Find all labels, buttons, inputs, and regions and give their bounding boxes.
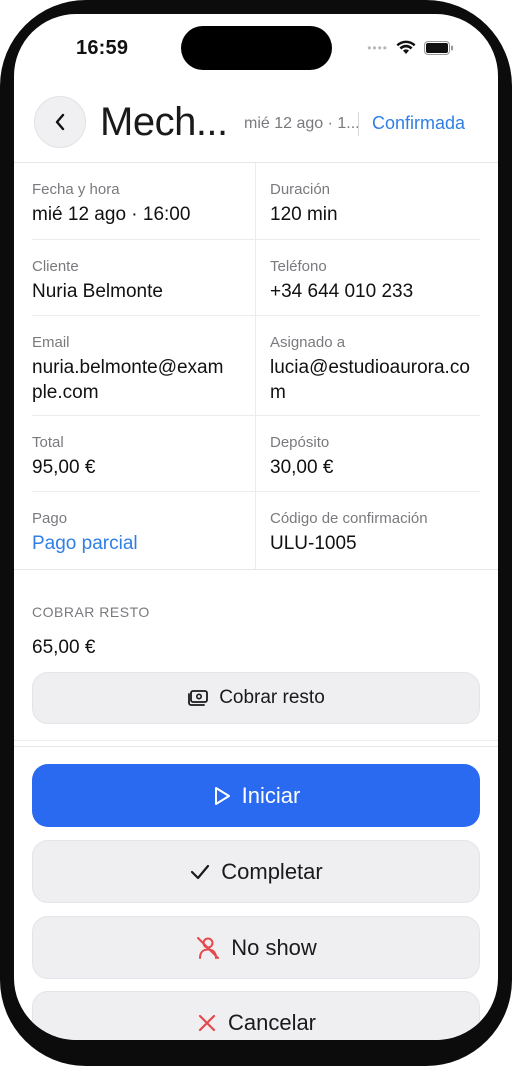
detail-row: Pago Pago parcial Código de confirmación… [14, 492, 498, 569]
detail-cell-client: Cliente Nuria Belmonte [32, 240, 256, 316]
cash-icon [187, 689, 209, 707]
collect-rest-label: Cobrar resto [219, 687, 325, 708]
detail-label: Email [32, 334, 70, 351]
column-divider [255, 240, 256, 316]
detail-row: Email nuria.belmonte@example.com Asignad… [14, 316, 498, 416]
detail-value: Nuria Belmonte [32, 281, 163, 302]
complete-label: Completar [221, 858, 323, 884]
collect-amount: 65,00 € [32, 637, 96, 658]
start-label: Iniciar [241, 782, 301, 808]
detail-row: Fecha y hora mié 12 ago · 16:00 Duración… [14, 163, 498, 240]
battery-icon [424, 40, 454, 55]
column-divider [255, 492, 256, 569]
detail-cell-confirmation-code: Código de confirmación ULU-1005 [270, 492, 482, 569]
detail-label: Teléfono [270, 258, 327, 275]
section-divider [14, 569, 498, 570]
detail-label: Depósito [270, 434, 330, 451]
column-divider [255, 416, 256, 492]
detail-value: 30,00 € [270, 457, 334, 478]
detail-label: Total [32, 434, 64, 451]
detail-label: Fecha y hora [32, 181, 120, 198]
detail-cell-date: Fecha y hora mié 12 ago · 16:00 [32, 163, 256, 240]
detail-cell-payment: Pago Pago parcial [32, 492, 256, 569]
section-divider [14, 746, 498, 747]
detail-cell-deposit: Depósito 30,00 € [270, 416, 482, 492]
detail-value: lucia@estudioaurora.com [270, 357, 470, 403]
detail-value: nuria.belmonte@example.com [32, 357, 224, 403]
signal-icon: •••• [367, 40, 388, 55]
detail-cell-duration: Duración 120 min [270, 163, 482, 240]
detail-row: Total 95,00 € Depósito 30,00 € [14, 416, 498, 492]
checkmark-icon [189, 863, 211, 881]
no-show-button[interactable]: No show [32, 916, 480, 979]
detail-label: Código de confirmación [270, 510, 428, 527]
detail-label: Cliente [32, 258, 79, 275]
nav-divider [358, 112, 359, 136]
complete-button[interactable]: Completar [32, 840, 480, 903]
section-divider [14, 740, 498, 741]
chevron-left-icon [53, 112, 67, 132]
status-icons: •••• [367, 40, 454, 55]
status-time: 16:59 [76, 37, 129, 59]
detail-cell-total: Total 95,00 € [32, 416, 256, 492]
page-title: Mech... [100, 100, 228, 144]
volume-down-button [0, 380, 4, 472]
detail-label: Pago [32, 510, 68, 527]
volume-up-button [0, 262, 4, 354]
detail-value: mié 12 ago · 16:00 [32, 204, 191, 225]
detail-label: Asignado a [270, 334, 346, 351]
detail-value: ULU-1005 [270, 533, 357, 554]
page-subtitle: mié 12 ago · 1... [244, 115, 360, 132]
action-button [0, 192, 4, 236]
user-off-icon [195, 935, 221, 961]
detail-value: 95,00 € [32, 457, 96, 478]
no-show-label: No show [231, 934, 317, 960]
status-bar: 16:59 •••• [14, 14, 498, 86]
detail-row: Cliente Nuria Belmonte Teléfono +34 644 … [14, 240, 498, 316]
screen: 16:59 •••• Mech... mié 12 ago · 1... Con… [14, 14, 498, 1040]
dynamic-island [181, 26, 332, 70]
close-icon [196, 1012, 218, 1034]
column-divider [255, 163, 256, 240]
detail-cell-assigned: Asignado a lucia@estudioaurora.com [270, 316, 482, 416]
collect-rest-button[interactable]: Cobrar resto [32, 672, 480, 724]
back-button[interactable] [34, 96, 86, 148]
collect-section-label: COBRAR RESTO [32, 604, 150, 620]
cancel-label: Cancelar [227, 1009, 317, 1035]
detail-cell-email: Email nuria.belmonte@example.com [32, 316, 256, 416]
detail-label: Duración [270, 181, 331, 198]
column-divider [255, 316, 256, 416]
detail-value: 120 min [270, 204, 338, 225]
payment-status-link[interactable]: Pago parcial [32, 531, 256, 556]
nav-bar: Mech... mié 12 ago · 1... Confirmada [14, 86, 498, 163]
start-button[interactable]: Iniciar [32, 764, 480, 827]
play-icon [212, 785, 232, 807]
cancel-button[interactable]: Cancelar [32, 991, 480, 1040]
wifi-icon [396, 40, 416, 55]
status-link[interactable]: Confirmada [372, 113, 465, 134]
detail-cell-phone: Teléfono +34 644 010 233 [270, 240, 482, 316]
power-button [508, 262, 512, 402]
detail-value: +34 644 010 233 [270, 281, 414, 302]
